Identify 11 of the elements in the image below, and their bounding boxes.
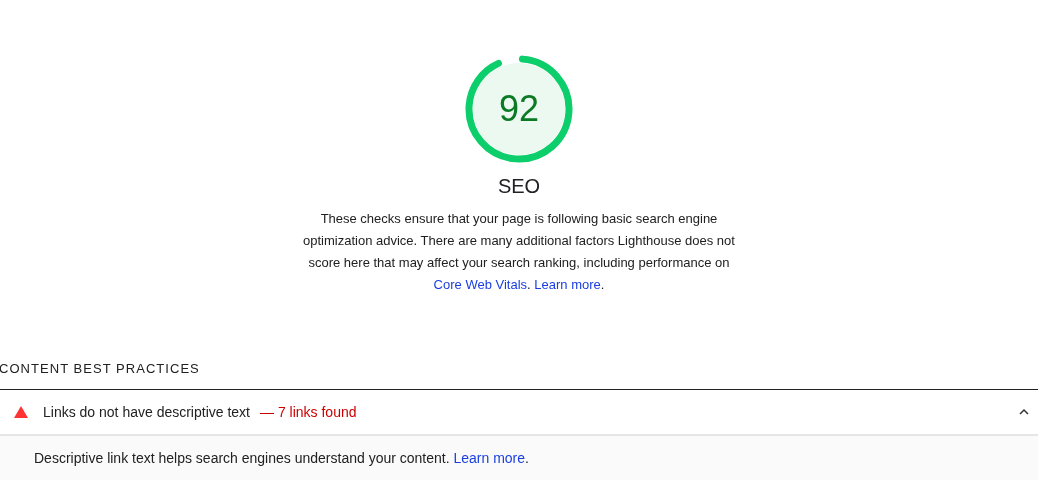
audit-title: Links do not have descriptive text xyxy=(43,402,250,422)
learn-link[interactable]: Learn more xyxy=(453,449,526,466)
audit-description: Descriptive link text helps search engines understand your content. Learn more. xyxy=(34,448,529,468)
chevron-icon[interactable] xyxy=(1018,408,1030,416)
warning-icon xyxy=(14,406,28,418)
category-title: SEO xyxy=(497,174,541,198)
category-description: These checks ensure that your page is following basic search engine optimization advice. There are many additional factors Lighthouse does not score here that may affect your search ranking, including performance on Core Web Vitals. Learn more. xyxy=(302,210,736,294)
learn-link[interactable]: Learn more xyxy=(534,277,601,292)
score-value: 92 xyxy=(498,87,539,131)
group-title: CONTENT BEST PRACTICES xyxy=(0,360,201,378)
audit-display-value: — 7 links found xyxy=(260,402,357,422)
